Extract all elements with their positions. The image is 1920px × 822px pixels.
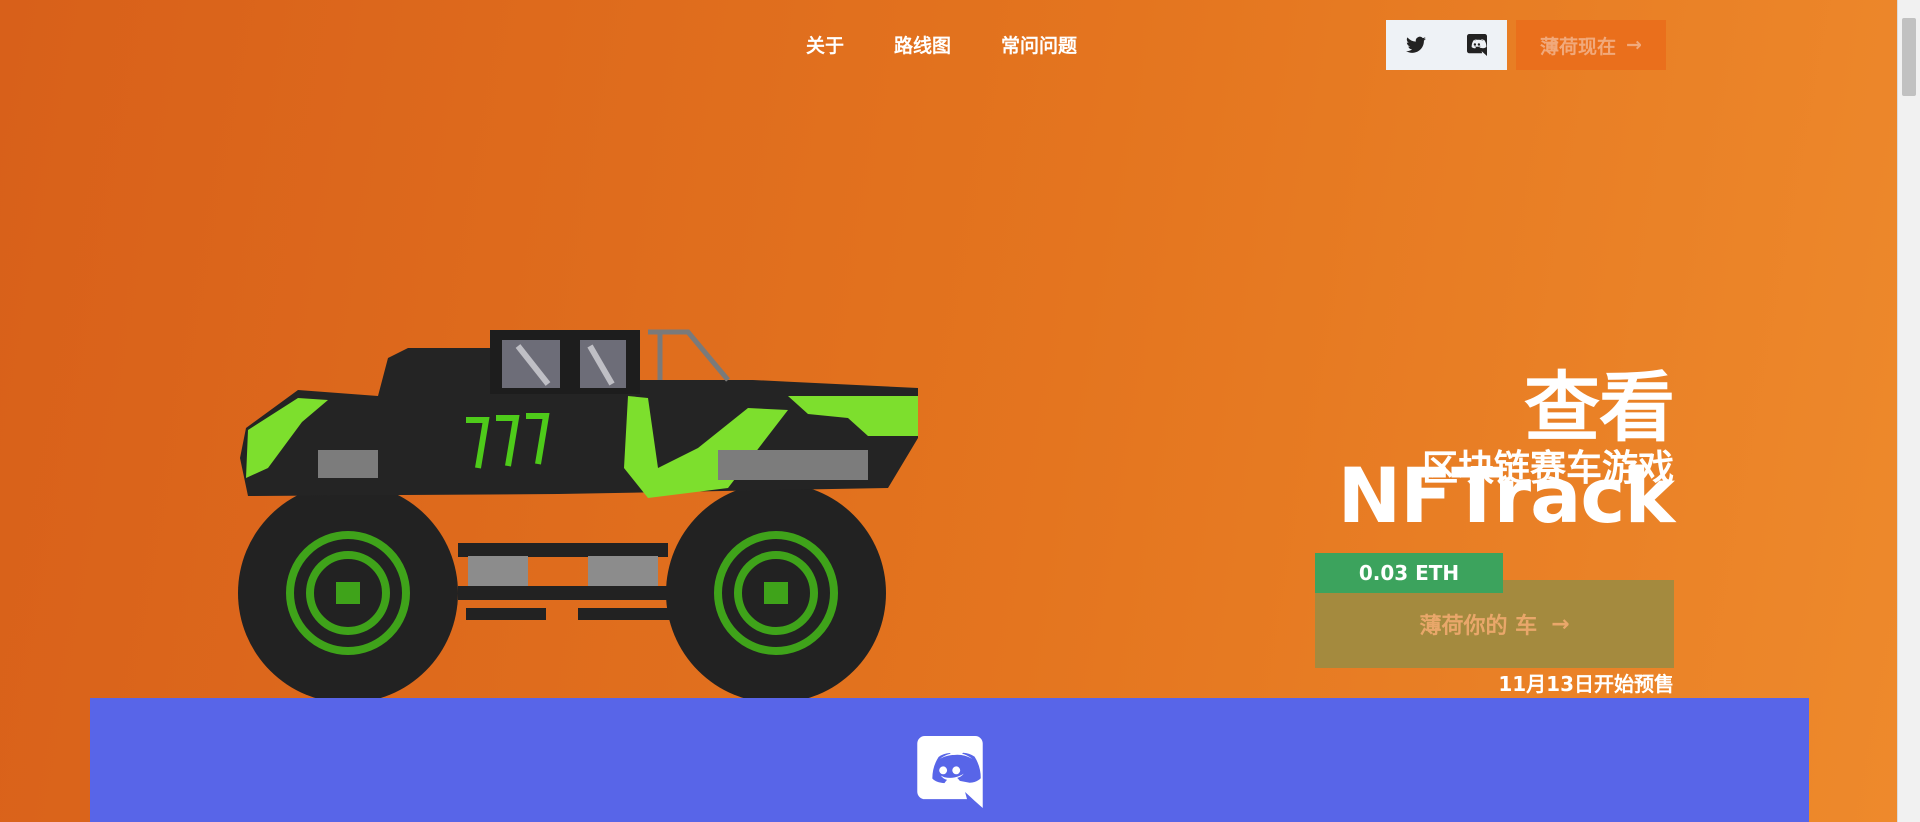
mint-now-button[interactable]: 薄荷现在 → [1516,20,1666,70]
monster-truck-image [238,329,918,700]
presale-date-text: 11月13日开始预售 [1498,672,1674,696]
rear-wheel [238,483,458,700]
page: 关于 路线图 常问问题 薄荷现在 → 查看 NFTrack 区块链赛车游戏 0.… [0,0,1898,822]
arrow-right-icon: → [1551,611,1570,637]
nav-item-faq[interactable]: 常问问题 [1001,32,1077,60]
vertical-scrollbar[interactable] [1897,0,1920,822]
discord-icon[interactable] [917,736,983,808]
front-wheel [666,483,886,700]
main-nav: 关于 路线图 常问问题 [806,32,1127,60]
discord-icon[interactable] [1457,25,1497,65]
price-badge: 0.03 ETH [1315,553,1503,593]
arrow-right-icon: → [1626,34,1642,56]
mint-car-label: 薄荷你的 车 [1419,614,1538,639]
scrollbar-thumb[interactable] [1902,18,1916,96]
mint-now-label: 薄荷现在 [1540,35,1617,58]
social-links [1386,20,1507,70]
nav-item-roadmap[interactable]: 路线图 [894,32,951,60]
nav-item-about[interactable]: 关于 [806,32,844,60]
hero-subtitle: 区块链赛车游戏 [1421,448,1674,489]
mint-car-button[interactable]: 薄荷你的 车 → [1315,580,1674,668]
discord-banner[interactable] [90,698,1809,822]
twitter-icon[interactable] [1396,25,1436,65]
